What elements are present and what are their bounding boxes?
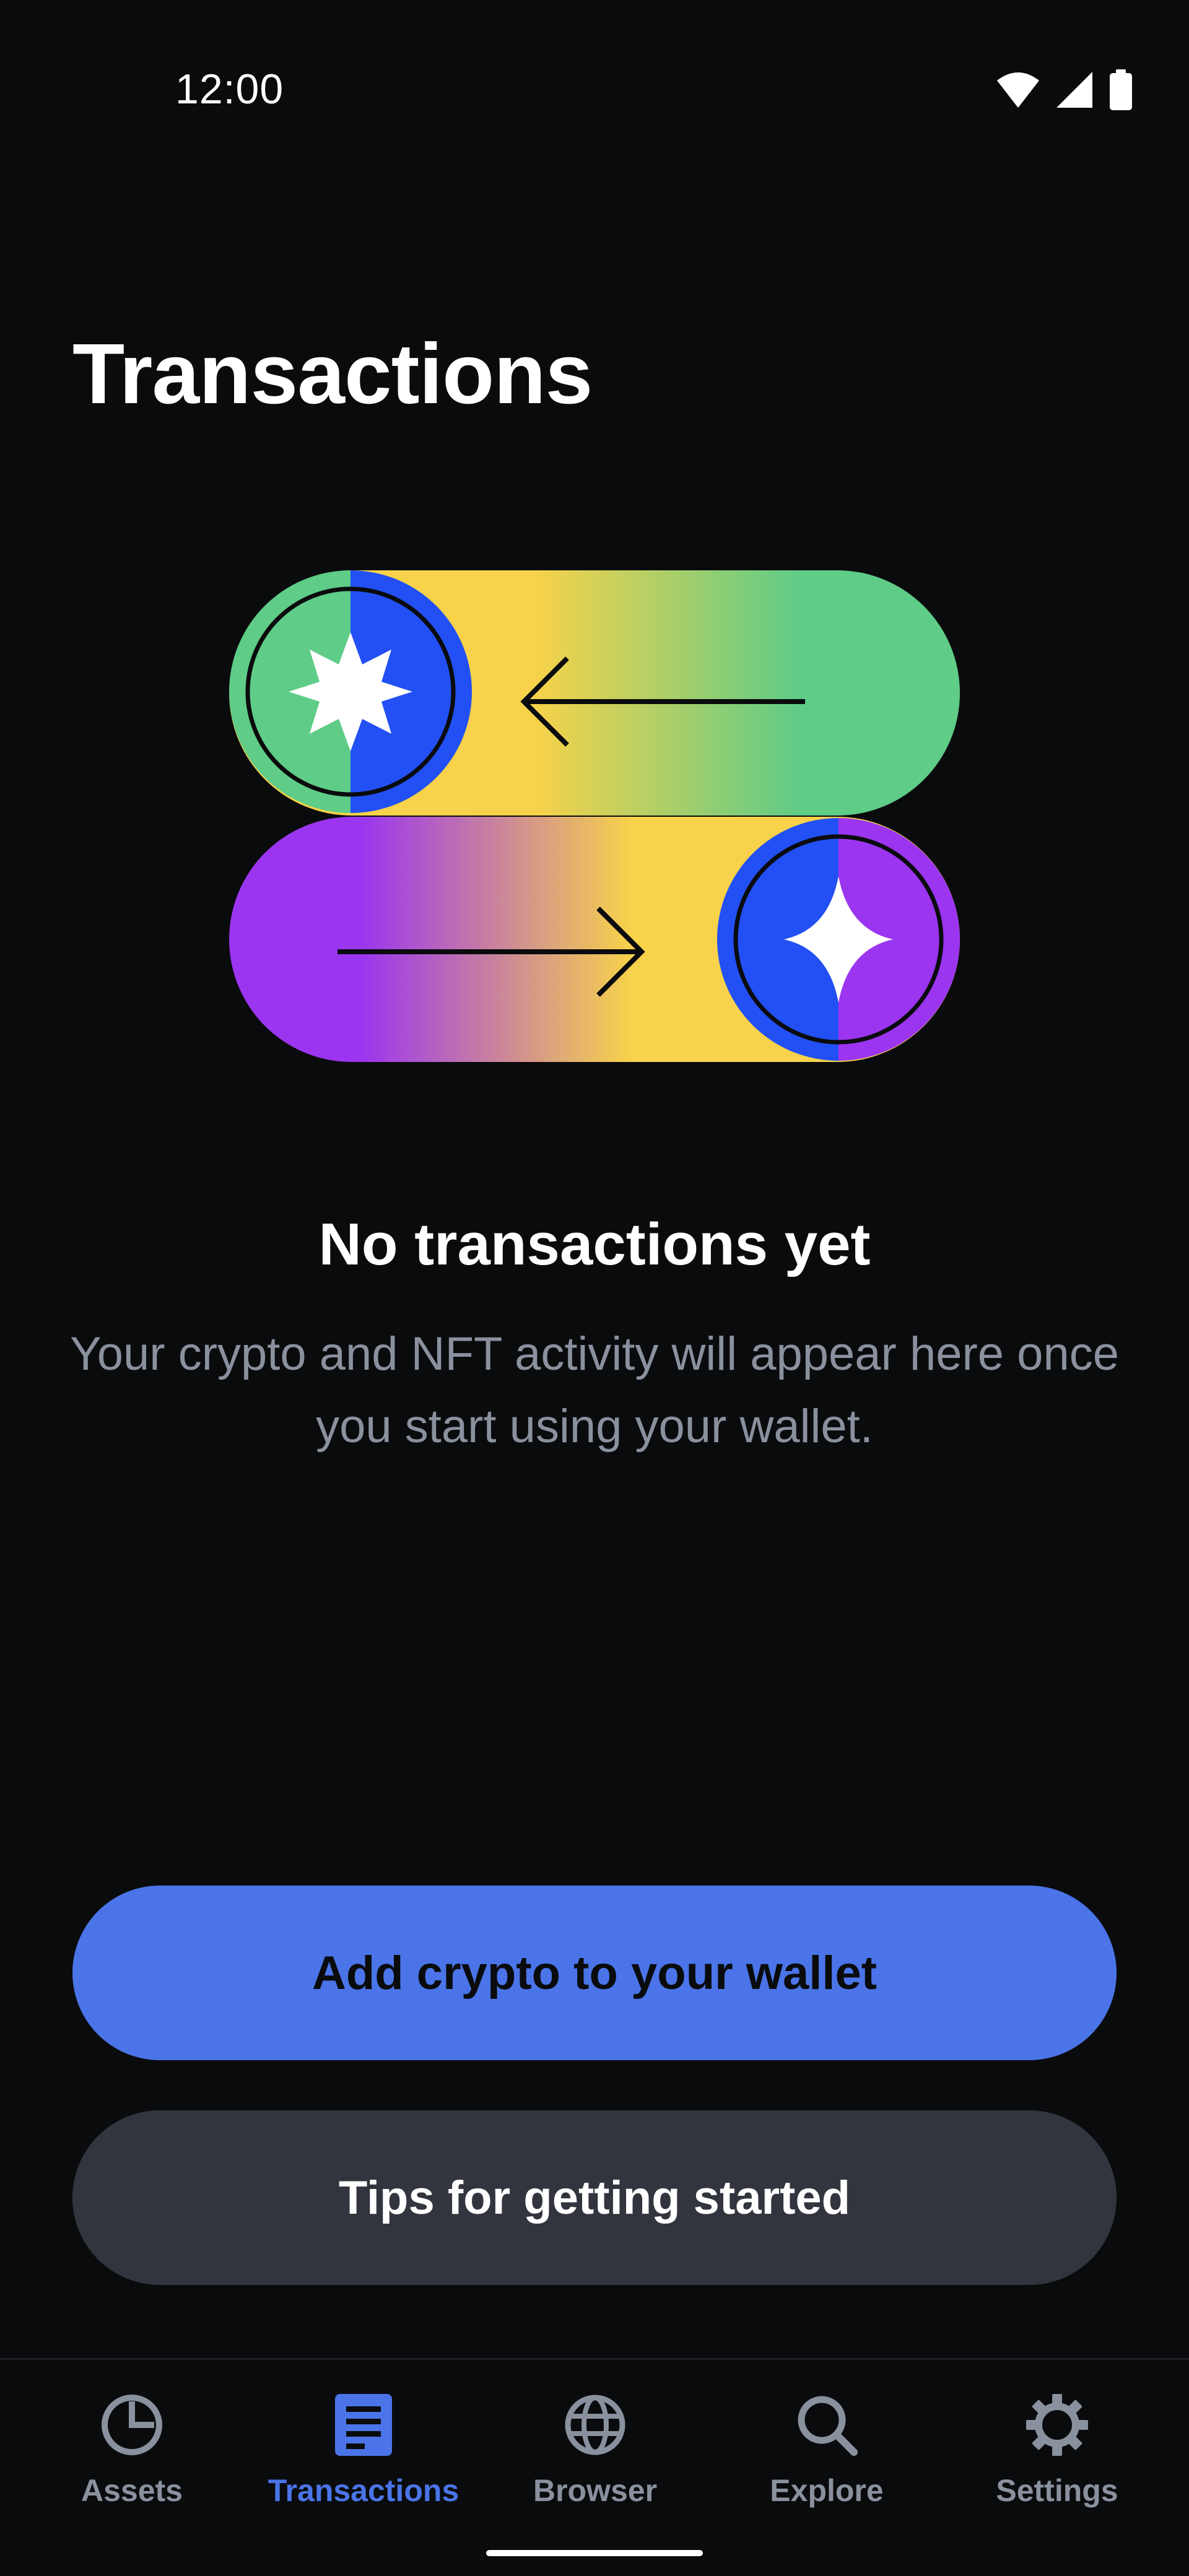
nav-item-settings[interactable]: Settings bbox=[942, 2391, 1172, 2521]
search-icon bbox=[793, 2391, 861, 2459]
page-title: Transactions bbox=[72, 326, 593, 422]
nav-label-explore: Explore bbox=[770, 2473, 884, 2508]
empty-state-title: No transactions yet bbox=[318, 1211, 871, 1277]
empty-state-description: Your crypto and NFT activity will appear… bbox=[70, 1328, 1119, 1453]
pie-chart-icon bbox=[98, 2391, 166, 2459]
home-indicator[interactable] bbox=[486, 2550, 703, 2556]
document-list-icon bbox=[329, 2391, 398, 2459]
nav-label-transactions: Transactions bbox=[268, 2473, 459, 2508]
nav-item-explore[interactable]: Explore bbox=[712, 2391, 942, 2521]
nav-item-browser[interactable]: Browser bbox=[480, 2391, 710, 2521]
nav-item-assets[interactable]: Assets bbox=[17, 2391, 247, 2521]
nav-label-browser: Browser bbox=[533, 2473, 658, 2508]
nav-label-assets: Assets bbox=[81, 2473, 183, 2508]
swap-illustration bbox=[229, 567, 960, 1062]
transactions-screen: 12:00 Transactions No transactions yet Y… bbox=[0, 0, 1189, 2576]
add-crypto-button[interactable]: Add crypto to your wallet bbox=[72, 1886, 1117, 2060]
cellular-signal-icon bbox=[1055, 71, 1094, 109]
gear-icon bbox=[1023, 2391, 1091, 2459]
bottom-nav: Assets Transactions Browser Explore Sett… bbox=[0, 2358, 1189, 2576]
nav-item-transactions[interactable]: Transactions bbox=[248, 2391, 479, 2521]
status-time: 12:00 bbox=[175, 66, 284, 113]
wifi-icon bbox=[996, 71, 1040, 109]
tips-button[interactable]: Tips for getting started bbox=[72, 2110, 1117, 2285]
globe-icon bbox=[561, 2391, 629, 2459]
status-icons bbox=[996, 69, 1133, 110]
battery-icon bbox=[1108, 69, 1133, 110]
status-bar: 12:00 bbox=[0, 0, 1189, 186]
nav-label-settings: Settings bbox=[996, 2473, 1118, 2508]
